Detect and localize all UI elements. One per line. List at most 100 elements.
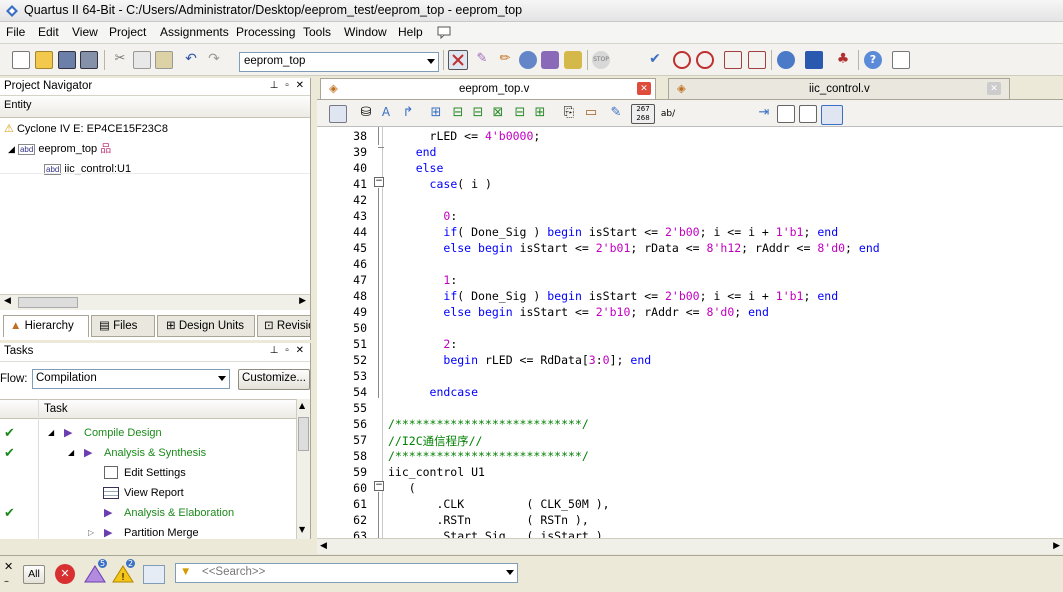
filter-all-button[interactable]: All (23, 565, 45, 584)
tab-hierarchy[interactable]: ▲ Hierarchy (3, 315, 89, 337)
menu-window[interactable]: Window (344, 25, 387, 39)
next-bookmark-icon[interactable]: ⊟ (449, 105, 467, 123)
code-line[interactable]: 2: (388, 337, 457, 351)
menu-help[interactable]: Help (398, 25, 423, 39)
code-line[interactable]: begin rLED <= RdData[3:0]; end (388, 353, 651, 367)
find-replace-icon[interactable]: A (377, 105, 395, 123)
indent-icon[interactable]: ⇥ (755, 105, 773, 123)
task-row-compile-design[interactable]: ✔ ◢ ▶ Compile Design (0, 423, 296, 443)
editor-horizontal-scrollbar[interactable]: ◀ ▶ (317, 538, 1063, 554)
menu-project[interactable]: Project (109, 25, 146, 39)
vertical-scrollbar[interactable]: ▲ ▼ (296, 399, 310, 539)
code-editor[interactable]: 38 rLED <= 4'b0000; 39 end 40 else 41 case(… (317, 126, 1063, 538)
code-line[interactable]: 0: (388, 209, 457, 223)
cut-icon[interactable]: ✂ (111, 51, 129, 69)
horizontal-scrollbar[interactable]: ◀ ▶ (0, 294, 310, 310)
minimize-icon[interactable]: – (4, 576, 9, 587)
assignment-editor-icon[interactable]: ✎ (473, 51, 491, 69)
task-row-analysis-elaboration[interactable]: ✔ ▶ Analysis & Elaboration (0, 503, 296, 523)
prev-bookmark-icon[interactable]: ⊟ (469, 105, 487, 123)
code-line[interactable]: if( Done_Sig ) begin isStart <= 2'b00; i… (388, 289, 838, 303)
design-partition-icon[interactable] (564, 51, 582, 69)
close-icon[interactable]: ✕ (4, 560, 13, 573)
help-chat-icon[interactable] (437, 25, 451, 39)
code-line[interactable]: .RSTn ( RSTn ), (388, 513, 588, 527)
column-mode-icon[interactable] (821, 105, 843, 125)
outdent-icon[interactable] (777, 105, 795, 123)
chip-icon[interactable]: ♣ (834, 51, 852, 69)
save-all-icon[interactable] (80, 51, 98, 69)
scrollbar-thumb[interactable] (298, 417, 309, 451)
pin-icon[interactable]: ⊥ ▫ ✕ (270, 80, 306, 91)
code-line[interactable]: else begin isStart <= 2'b10; rAddr <= 8'… (388, 305, 769, 319)
rtl-viewer-icon[interactable] (724, 51, 742, 69)
code-line[interactable]: end (388, 145, 437, 159)
timing-analyzer-icon[interactable] (673, 51, 691, 69)
code-line[interactable]: rLED <= 4'b0000; (388, 129, 541, 143)
undo-icon[interactable]: ↶ (182, 51, 200, 69)
clear-bookmark-icon[interactable]: ⊠ (489, 105, 507, 123)
tab-iic-control[interactable]: ◈ iic_control.v ✕ (668, 78, 1010, 99)
scroll-left-icon[interactable]: ◀ (4, 296, 11, 306)
code-line[interactable]: ( (388, 481, 416, 495)
tab-revisions[interactable]: ⊡ Revisions (257, 315, 311, 337)
menu-file[interactable]: File (6, 25, 25, 39)
code-line[interactable]: case( i ) (388, 177, 492, 191)
close-icon[interactable]: ✕ (637, 82, 651, 95)
find-icon[interactable]: ⛁ (357, 105, 375, 123)
tab-design-units[interactable]: ⊞ Design Units (157, 315, 255, 337)
paste-icon[interactable] (155, 51, 173, 69)
word-wrap-icon[interactable]: ab/ (657, 105, 679, 123)
timequest-icon[interactable] (696, 51, 714, 69)
fold-icon[interactable]: ⊟ (511, 105, 529, 123)
bookmark-icon[interactable]: ⊞ (427, 105, 445, 123)
suppressed-filter-icon[interactable] (143, 565, 165, 584)
warning-filter-icon[interactable]: ! 2 (112, 559, 136, 584)
project-navigator-toggle-icon[interactable] (448, 50, 468, 70)
pin-planner-icon[interactable]: ✏ (496, 51, 514, 69)
critical-warning-filter-icon[interactable]: 5 (84, 559, 108, 584)
code-line[interactable]: //I2C通信程序// (388, 433, 482, 449)
code-line[interactable]: .CLK ( CLK_50M ), (388, 497, 609, 511)
code-line[interactable]: else (388, 161, 444, 175)
settings-icon[interactable] (519, 51, 537, 69)
menu-edit[interactable]: Edit (38, 25, 59, 39)
new-file-icon[interactable] (12, 51, 30, 69)
chip-planner-icon[interactable] (541, 51, 559, 69)
tab-files[interactable]: ▤ Files (91, 315, 155, 337)
signaltap-icon[interactable] (805, 51, 823, 69)
menu-processing[interactable]: Processing (236, 25, 295, 39)
error-filter-icon[interactable]: ✕ (55, 564, 75, 584)
task-row-edit-settings[interactable]: Edit Settings (0, 463, 296, 483)
code-line[interactable]: /***************************/ (388, 449, 589, 463)
tree-row-device[interactable]: ⚠ Cyclone IV E: EP4CE15F23C8 (4, 119, 168, 139)
fold-collapse-icon[interactable]: − (374, 481, 384, 491)
attach-icon[interactable]: ⎘ (560, 105, 578, 123)
pin-icon[interactable]: ⊥ ▫ ✕ (270, 345, 306, 356)
save-icon[interactable] (58, 51, 76, 69)
tree-row-child-entity[interactable]: abd iic_control:U1 (44, 159, 131, 179)
code-line[interactable]: 1: (388, 273, 457, 287)
code-line[interactable]: else begin isStart <= 2'b01; rData <= 8'… (388, 241, 879, 255)
scroll-right-icon[interactable]: ▶ (299, 296, 306, 306)
menu-view[interactable]: View (72, 25, 98, 39)
dock-icon[interactable] (329, 105, 347, 123)
programmer-icon[interactable] (777, 51, 795, 69)
task-row-partition-merge[interactable]: ▷ ▶ Partition Merge (0, 523, 296, 539)
feedback-icon[interactable] (892, 51, 910, 69)
copy-icon[interactable] (133, 51, 151, 69)
flow-dropdown[interactable]: Compilation (32, 369, 230, 389)
analysis-synthesis-icon[interactable]: ✔ (646, 51, 664, 69)
task-row-view-report[interactable]: View Report (0, 483, 296, 503)
menu-assignments[interactable]: Assignments (160, 25, 229, 39)
scroll-down-icon[interactable]: ▼ (299, 525, 305, 534)
tree-row-top-entity[interactable]: ◢ abd eeprom_top 品 (8, 139, 111, 159)
comment-icon[interactable]: ✎ (607, 105, 625, 123)
format-icon[interactable] (799, 105, 817, 123)
goto-line-icon[interactable]: ↱ (399, 105, 417, 123)
code-line[interactable]: if( Done_Sig ) begin isStart <= 2'b00; i… (388, 225, 838, 239)
scroll-right-icon[interactable]: ▶ (1053, 541, 1060, 551)
help-icon[interactable]: ? (864, 51, 882, 69)
stop-icon[interactable]: STOP (592, 51, 610, 69)
entity-dropdown[interactable]: eeprom_top (239, 52, 439, 72)
